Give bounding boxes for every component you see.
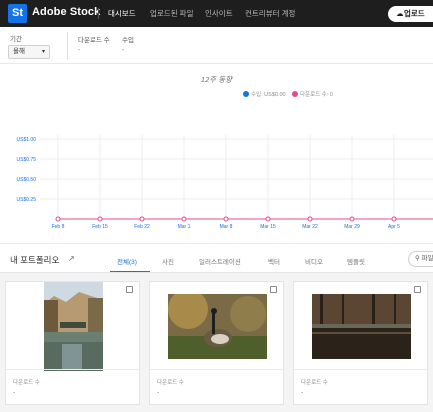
revenue-value: - xyxy=(122,47,125,54)
card-separator xyxy=(6,369,139,370)
series-point-downloads xyxy=(307,216,313,222)
downloads-value: - xyxy=(78,47,81,54)
y-tick-label: US$0.25 xyxy=(17,197,37,203)
asset-thumbnail-river[interactable] xyxy=(44,282,103,371)
x-tick-label: Mar 1 xyxy=(178,224,191,230)
x-tick-label: Feb 15 xyxy=(92,224,108,230)
nav-dashboard[interactable]: 대시보드 xyxy=(108,8,136,19)
card-downloads-value: - xyxy=(301,390,303,396)
x-tick-label: Mar 8 xyxy=(220,224,233,230)
asset-thumbnail-lake[interactable] xyxy=(312,294,411,359)
search-label: 파일 xyxy=(421,255,433,262)
brand-name[interactable]: Adobe Stock xyxy=(32,6,100,18)
card-downloads-label: 다운로드 수 xyxy=(301,380,328,386)
tab-illustrations[interactable]: 일러스트레이션 xyxy=(199,256,241,266)
series-point-downloads xyxy=(349,216,355,222)
card-downloads-value: - xyxy=(157,390,159,396)
revenue-label: 수입 xyxy=(122,37,134,44)
upload-icon: ☁ xyxy=(396,9,404,18)
nav-uploaded-files[interactable]: 업로드된 파일 xyxy=(150,8,193,19)
search-icon: ⚲ xyxy=(415,255,420,262)
select-checkbox[interactable] xyxy=(414,286,421,293)
period-select-value: 올해 xyxy=(13,48,25,55)
x-tick-label: Feb 8 xyxy=(52,224,65,230)
series-point-downloads xyxy=(391,216,397,222)
adobe-stock-logo[interactable]: St xyxy=(8,4,27,23)
filters-separator xyxy=(0,63,433,64)
x-tick-label: Feb 22 xyxy=(134,224,150,230)
upload-button-label: 업로드 xyxy=(404,9,425,18)
legend-item-revenue[interactable]: 수입: US$0.00 xyxy=(243,90,286,98)
y-tick-label: US$0.75 xyxy=(17,157,37,163)
nav-contributor-account[interactable]: 컨트리뷰터 계정 xyxy=(245,8,295,19)
y-tick-label: US$0.50 xyxy=(17,177,37,183)
select-checkbox[interactable] xyxy=(126,286,133,293)
portfolio-card[interactable]: 다운로드 수 - xyxy=(149,281,284,405)
asset-thumbnail-goose[interactable] xyxy=(168,294,267,359)
y-tick-label: US$1.00 xyxy=(17,137,37,143)
series-point-downloads xyxy=(55,216,61,222)
legend-dot-revenue xyxy=(243,91,249,97)
upload-button[interactable]: ☁업로드 xyxy=(388,6,433,22)
card-downloads-label: 다운로드 수 xyxy=(13,380,40,386)
chart-separator xyxy=(0,243,433,244)
series-point-downloads xyxy=(265,216,271,222)
top-nav-bar: St Adobe Stock 대시보드 업로드된 파일 인사이트 컨트리뷰터 계… xyxy=(0,0,433,27)
tab-videos[interactable]: 비디오 xyxy=(305,256,323,266)
select-checkbox[interactable] xyxy=(270,286,277,293)
legend-item-downloads[interactable]: 다운로드 수: 0 xyxy=(292,90,333,98)
card-downloads-value: - xyxy=(13,390,15,396)
file-search-input[interactable]: ⚲ 파일 xyxy=(408,251,433,267)
portfolio-title: 내 포트폴리오 xyxy=(10,255,60,265)
legend-label-revenue: 수입: US$0.00 xyxy=(251,92,286,98)
trend-chart: US$1.00 US$0.75 US$0.50 US$0.25 Feb 8 Feb 15 F… xyxy=(17,135,433,230)
tab-templates[interactable]: 템플릿 xyxy=(347,256,365,266)
portfolio-card[interactable]: 다운로드 수 - xyxy=(293,281,428,405)
external-link-icon[interactable]: ↗ xyxy=(68,254,75,263)
chevron-down-icon: ▾ xyxy=(41,49,45,55)
downloads-label: 다운로드 수 xyxy=(78,37,110,44)
series-point-downloads xyxy=(139,216,145,222)
nav-divider xyxy=(98,8,99,19)
x-tick-label: Mar 29 xyxy=(344,224,360,230)
legend-dot-downloads xyxy=(292,91,298,97)
chart-title: 12주 동향 xyxy=(200,75,233,84)
tab-photos[interactable]: 사진 xyxy=(162,256,174,266)
tab-vectors[interactable]: 벡터 xyxy=(268,256,280,266)
x-tick-label: Apr 5 xyxy=(388,224,400,230)
portfolio-card[interactable]: 다운로드 수 - xyxy=(5,281,140,405)
series-point-downloads xyxy=(97,216,103,222)
x-tick-label: Mar 22 xyxy=(302,224,318,230)
legend-label-downloads: 다운로드 수: 0 xyxy=(300,92,333,98)
x-tick-label: Mar 15 xyxy=(260,224,276,230)
card-separator xyxy=(294,369,427,370)
card-downloads-label: 다운로드 수 xyxy=(157,380,184,386)
period-select[interactable]: 올해 ▾ xyxy=(8,45,50,59)
filter-divider xyxy=(67,32,68,60)
period-label: 기간 xyxy=(10,36,22,43)
series-point-downloads xyxy=(223,216,229,222)
tab-all[interactable]: 전체(3) xyxy=(117,256,137,266)
card-separator xyxy=(150,369,283,370)
nav-insights[interactable]: 인사이트 xyxy=(205,8,233,19)
series-point-downloads xyxy=(181,216,187,222)
